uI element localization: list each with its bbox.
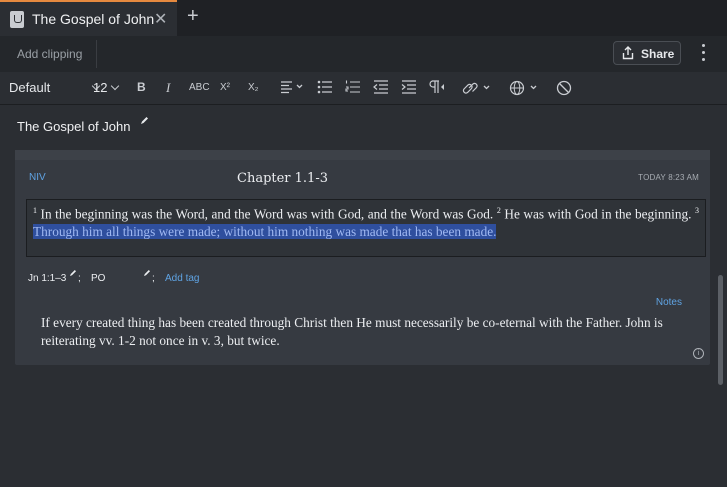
superscript-button[interactable]: X² (220, 82, 230, 93)
chevron-down-icon (111, 81, 120, 91)
numbered-list-icon[interactable] (345, 80, 361, 94)
add-tag-link[interactable]: Add tag (165, 273, 199, 284)
document-title[interactable]: The Gospel of John (17, 116, 149, 134)
font-size-value: 12 (93, 80, 108, 95)
paragraph-style-select[interactable]: Default (9, 80, 101, 95)
passage-text[interactable]: 1 In the beginning was the Word, and the… (26, 199, 706, 257)
more-options-icon[interactable] (701, 44, 707, 64)
clipping-card: NIV Chapter 1.1-3 TODAY 8:23 AM 1 In the… (15, 150, 710, 365)
subscript-button[interactable]: X₂ (248, 82, 259, 93)
new-tab-button[interactable]: + (187, 5, 199, 28)
document-title-text: The Gospel of John (17, 119, 131, 134)
bullet-list-icon[interactable] (317, 80, 333, 94)
font-size-select[interactable]: 12 (93, 80, 120, 95)
italic-button[interactable]: I (166, 80, 170, 96)
note-text[interactable]: If every created thing has been created … (41, 314, 666, 350)
paragraph-style-value: Default (9, 80, 51, 95)
close-tab-icon[interactable]: ✕ (154, 9, 167, 29)
document-icon (10, 11, 24, 28)
verse-text: He was with God in the beginning. (504, 206, 692, 222)
add-clipping-button[interactable]: Add clipping (17, 47, 82, 61)
small-caps-button[interactable]: ABC (189, 82, 210, 93)
align-left-icon[interactable] (280, 80, 304, 94)
format-toolbar: Default 12 B I ABC X² X₂ (0, 72, 727, 105)
bible-version-link[interactable]: NIV (29, 172, 46, 183)
notes-label: Notes (655, 297, 682, 308)
indent-icon[interactable] (401, 80, 417, 94)
vertical-scrollbar[interactable] (718, 275, 723, 385)
tab-title: The Gospel of John (32, 11, 155, 27)
clear-formatting-icon[interactable] (556, 80, 572, 96)
edit-pencil-icon[interactable] (140, 116, 149, 125)
tag-po[interactable]: PO (91, 273, 105, 284)
clipping-toolbar: Add clipping Share (0, 36, 727, 73)
tab-bar: The Gospel of John ✕ + (0, 0, 727, 36)
clipping-heading: Chapter 1.1-3 (237, 171, 328, 186)
highlighted-verse-text[interactable]: Through him all things were made; withou… (33, 224, 497, 240)
edit-reference-pencil-icon[interactable] (69, 269, 77, 277)
share-label: Share (641, 47, 675, 61)
passage-reference[interactable]: Jn 1:1–3 (28, 273, 66, 284)
clipping-timestamp: TODAY 8:23 AM (638, 173, 699, 182)
link-icon[interactable] (461, 80, 493, 96)
verse-number: 1 (33, 206, 37, 215)
globe-icon[interactable] (509, 80, 541, 96)
document-tab[interactable]: The Gospel of John ✕ (0, 0, 177, 36)
verse-number: 2 (496, 206, 501, 215)
reference-separator: ; (78, 273, 81, 284)
toolbar-divider (96, 40, 97, 68)
outdent-icon[interactable] (373, 80, 389, 94)
edit-tag-pencil-icon[interactable] (143, 269, 151, 277)
verse-text: In the beginning was the Word, and the W… (40, 206, 494, 222)
verse-number: 3 (695, 206, 699, 215)
paragraph-direction-icon[interactable] (429, 80, 445, 94)
bold-button[interactable]: B (137, 80, 146, 94)
share-button[interactable]: Share (613, 41, 681, 65)
tag-separator: ; (152, 273, 155, 284)
info-icon[interactable]: i (693, 348, 704, 359)
share-icon (622, 46, 634, 60)
card-header-band (15, 150, 710, 160)
